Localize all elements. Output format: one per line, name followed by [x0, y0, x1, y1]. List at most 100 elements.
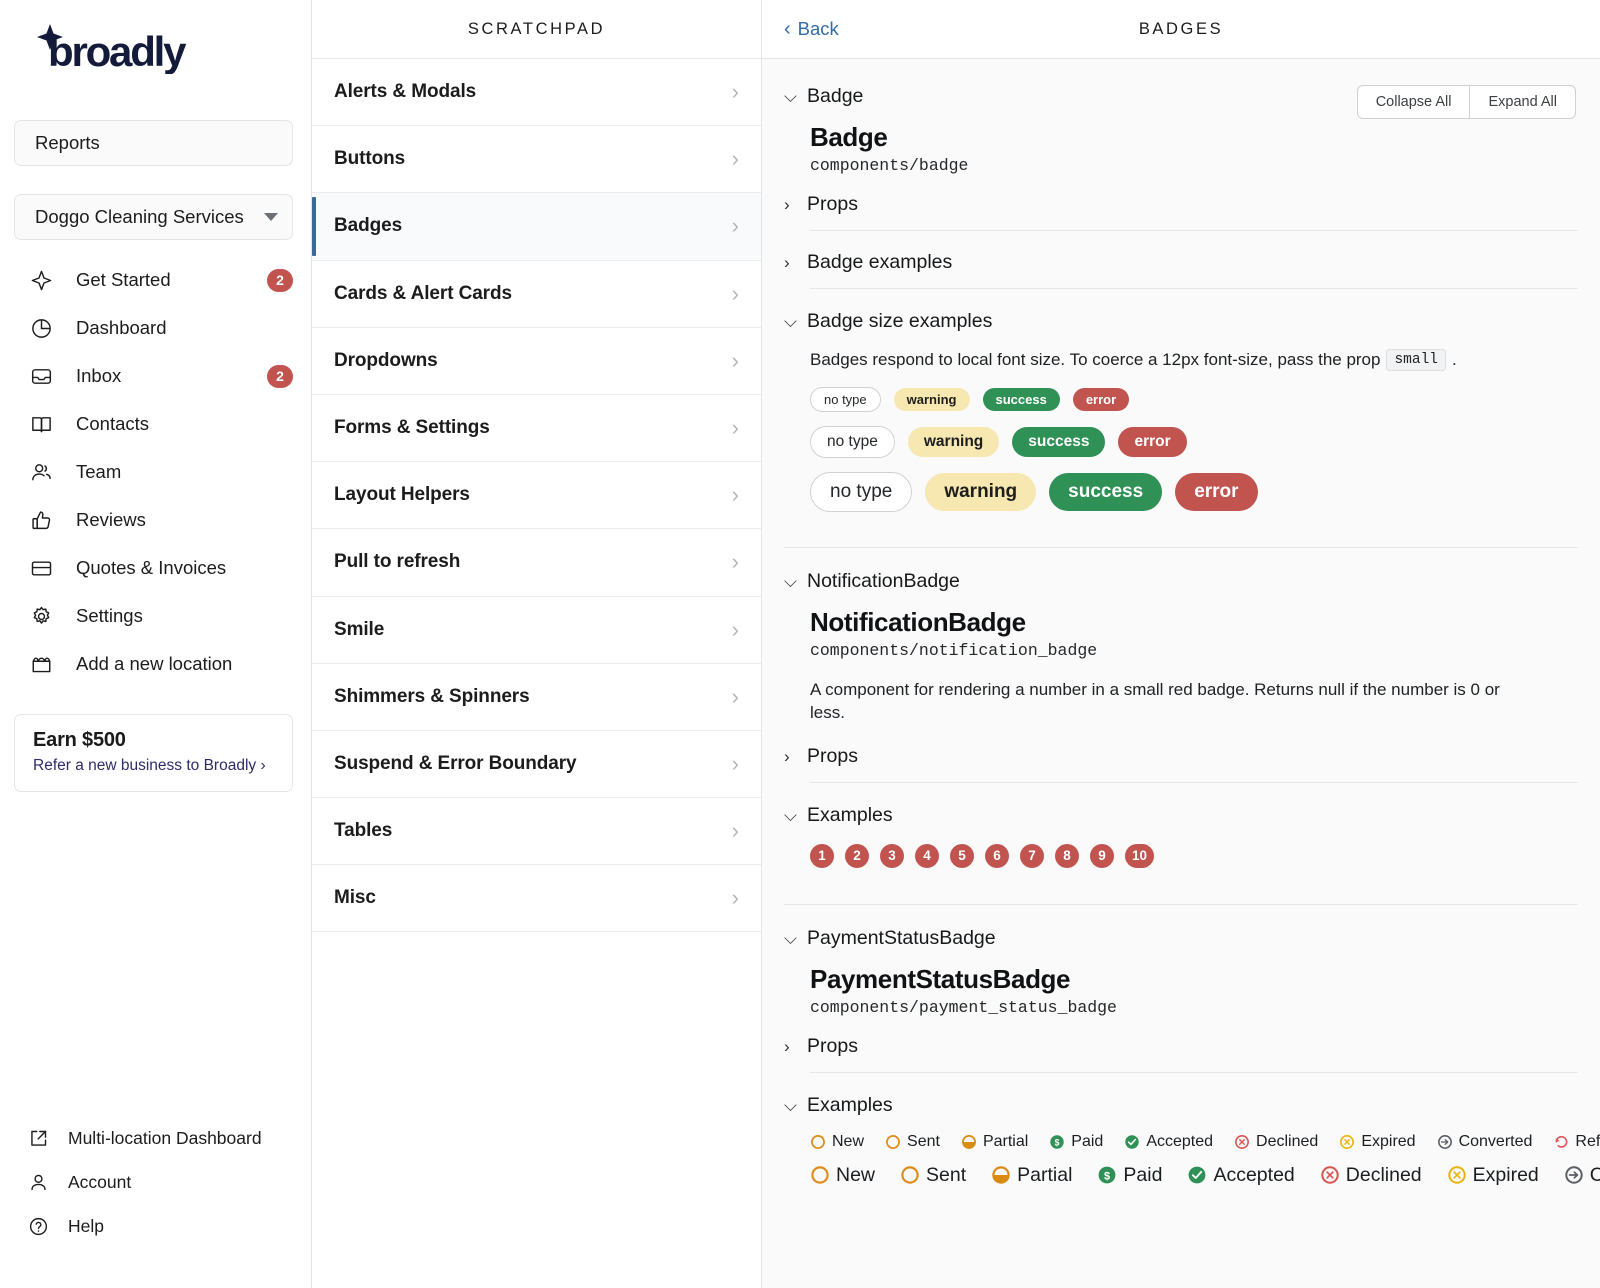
- back-button[interactable]: ‹ Back: [784, 18, 839, 40]
- item-label: Buttons: [334, 148, 406, 170]
- notification-examples-toggle[interactable]: ⌵ Examples: [784, 804, 1578, 827]
- scratchpad-item-tables[interactable]: Tables ›: [312, 798, 761, 866]
- promo-subtitle[interactable]: Refer a new business to Broadly ›: [33, 757, 274, 775]
- notification-badge: 2: [845, 843, 869, 868]
- item-label: Cards & Alert Cards: [334, 282, 512, 304]
- item-label: Forms & Settings: [334, 417, 490, 439]
- notification-badge: 4: [915, 843, 939, 868]
- chevron-right-icon: ›: [784, 253, 790, 272]
- size-note-period: .: [1452, 350, 1457, 369]
- scratchpad-item-shimmers-spinners[interactable]: Shimmers & Spinners ›: [312, 664, 761, 731]
- referral-promo-card[interactable]: Earn $500 Refer a new business to Broadl…: [14, 714, 293, 792]
- badge-error: error: [1072, 388, 1130, 411]
- sidebar-item-dashboard[interactable]: Dashboard: [0, 304, 311, 352]
- status-label: Converted: [1589, 1163, 1600, 1186]
- component-path: components/notification_badge: [810, 641, 1098, 660]
- left-sidebar: broadly Reports Doggo Cleaning Services …: [0, 0, 312, 1288]
- expand-collapse-toolbar: Collapse All Expand All: [1356, 85, 1576, 119]
- scratchpad-item-pull-to-refresh[interactable]: Pull to refresh ›: [312, 529, 761, 597]
- chevron-right-icon: ›: [731, 616, 739, 642]
- reports-button[interactable]: Reports: [14, 120, 293, 166]
- item-label: Misc: [334, 887, 376, 909]
- sidebar-item-settings[interactable]: Settings: [0, 592, 311, 640]
- sidebar-item-contacts[interactable]: Contacts: [0, 400, 311, 448]
- expand-all-button[interactable]: Expand All: [1469, 85, 1576, 119]
- payment-status-new: New: [810, 1133, 864, 1151]
- sidebar-item-team[interactable]: Team: [0, 448, 311, 496]
- size-note-text: Badges respond to local font size. To co…: [810, 350, 1381, 369]
- brand-logo[interactable]: broadly: [0, 0, 311, 96]
- storefront-icon: [30, 653, 60, 676]
- item-label: Alerts & Modals: [334, 81, 477, 103]
- scratchpad-item-suspend-error-boundary[interactable]: Suspend & Error Boundary ›: [312, 731, 761, 799]
- component-name: Badge: [810, 122, 888, 152]
- notification-badge: 5: [950, 843, 974, 868]
- examples-label: Examples: [807, 803, 893, 826]
- check-circle-icon: [1189, 1167, 1206, 1184]
- notification-badge: 6: [985, 843, 1009, 868]
- status-label: Expired: [1472, 1163, 1539, 1186]
- circle-outline-icon: [886, 1134, 900, 1149]
- payment-section-toggle[interactable]: ⌵ PaymentStatusBadge: [784, 927, 1578, 950]
- chevron-right-icon: ›: [731, 415, 739, 441]
- component-name: NotificationBadge: [810, 607, 1026, 637]
- chevron-down-icon: ⌵: [784, 1095, 797, 1115]
- sidebar-item-add-location[interactable]: Add a new location: [0, 640, 311, 688]
- notification-props-toggle[interactable]: › Props: [784, 745, 1578, 768]
- payment-props-toggle[interactable]: › Props: [784, 1035, 1578, 1058]
- status-label: Paid: [1123, 1163, 1163, 1186]
- badge-props-toggle[interactable]: › Props: [784, 193, 1578, 216]
- sidebar-item-quotes-invoices[interactable]: Quotes & Invoices: [0, 544, 311, 592]
- scratchpad-item-forms-settings[interactable]: Forms & Settings ›: [312, 395, 761, 463]
- status-label: Accepted: [1146, 1132, 1214, 1150]
- notification-section-toggle[interactable]: ⌵ NotificationBadge: [784, 570, 1578, 593]
- badge-examples-toggle[interactable]: › Badge examples: [784, 251, 1578, 274]
- question-circle-icon: [28, 1216, 56, 1237]
- sidebar-item-multi-location-dashboard[interactable]: Multi-location Dashboard: [0, 1116, 311, 1160]
- status-label: Sent: [907, 1132, 940, 1150]
- scratchpad-item-buttons[interactable]: Buttons ›: [312, 126, 761, 194]
- section-header-label: NotificationBadge: [807, 570, 960, 592]
- scratchpad-title: SCRATCHPAD: [312, 0, 761, 59]
- component-description: A component for rendering a number in a …: [810, 680, 1500, 723]
- sidebar-item-help[interactable]: Help: [0, 1204, 311, 1248]
- payment-status-row-large: New Sent Partial $ Paid Accepted Decline…: [784, 1163, 1600, 1187]
- sidebar-item-label: Multi-location Dashboard: [68, 1127, 262, 1148]
- scratchpad-item-alerts-modals[interactable]: Alerts & Modals ›: [312, 59, 761, 127]
- badge-success: success: [982, 388, 1060, 411]
- payment-status-converted: Converted: [1437, 1132, 1533, 1151]
- scratchpad-item-layout-helpers[interactable]: Layout Helpers ›: [312, 462, 761, 530]
- item-label: Layout Helpers: [334, 484, 470, 506]
- chevron-down-icon: ⌵: [784, 805, 797, 825]
- badge-size-examples-toggle[interactable]: ⌵ Badge size examples: [784, 310, 1578, 333]
- payment-status-paid: $ Paid: [1097, 1164, 1162, 1187]
- location-selector[interactable]: Doggo Cleaning Services: [14, 194, 293, 240]
- scratchpad-item-badges[interactable]: Badges ›: [312, 193, 761, 261]
- sidebar-item-account[interactable]: Account: [0, 1160, 311, 1204]
- status-label: Converted: [1458, 1132, 1533, 1150]
- chevron-right-icon: ›: [784, 1036, 790, 1056]
- divider: [810, 230, 1578, 231]
- sidebar-item-reviews[interactable]: Reviews: [0, 496, 311, 544]
- badge-success: success: [1049, 473, 1163, 511]
- arrow-circle-icon: [1437, 1134, 1452, 1149]
- status-label: Declined: [1345, 1163, 1422, 1186]
- sidebar-item-inbox[interactable]: Inbox 2: [0, 352, 311, 400]
- status-label: Paid: [1071, 1132, 1104, 1150]
- collapse-all-button[interactable]: Collapse All: [1356, 85, 1470, 119]
- scratchpad-item-cards-alert-cards[interactable]: Cards & Alert Cards ›: [312, 261, 761, 328]
- sidebar-item-get-started[interactable]: Get Started 2: [0, 256, 311, 304]
- badge-warning: warning: [893, 388, 970, 411]
- pie-chart-icon: [30, 317, 60, 340]
- scratchpad-item-misc[interactable]: Misc ›: [312, 865, 761, 933]
- status-label: New: [836, 1163, 876, 1186]
- payment-status-partial: Partial: [961, 1133, 1028, 1151]
- status-label: New: [832, 1132, 865, 1150]
- payment-status-converted: Converted: [1564, 1164, 1600, 1187]
- scratchpad-item-smile[interactable]: Smile ›: [312, 597, 761, 664]
- detail-header: ‹ Back BADGES: [762, 0, 1600, 59]
- sidebar-item-label: Settings: [76, 605, 143, 626]
- section-header-label: Badge: [807, 85, 864, 107]
- scratchpad-item-dropdowns[interactable]: Dropdowns ›: [312, 328, 761, 395]
- payment-examples-toggle[interactable]: ⌵ Examples: [784, 1094, 1578, 1117]
